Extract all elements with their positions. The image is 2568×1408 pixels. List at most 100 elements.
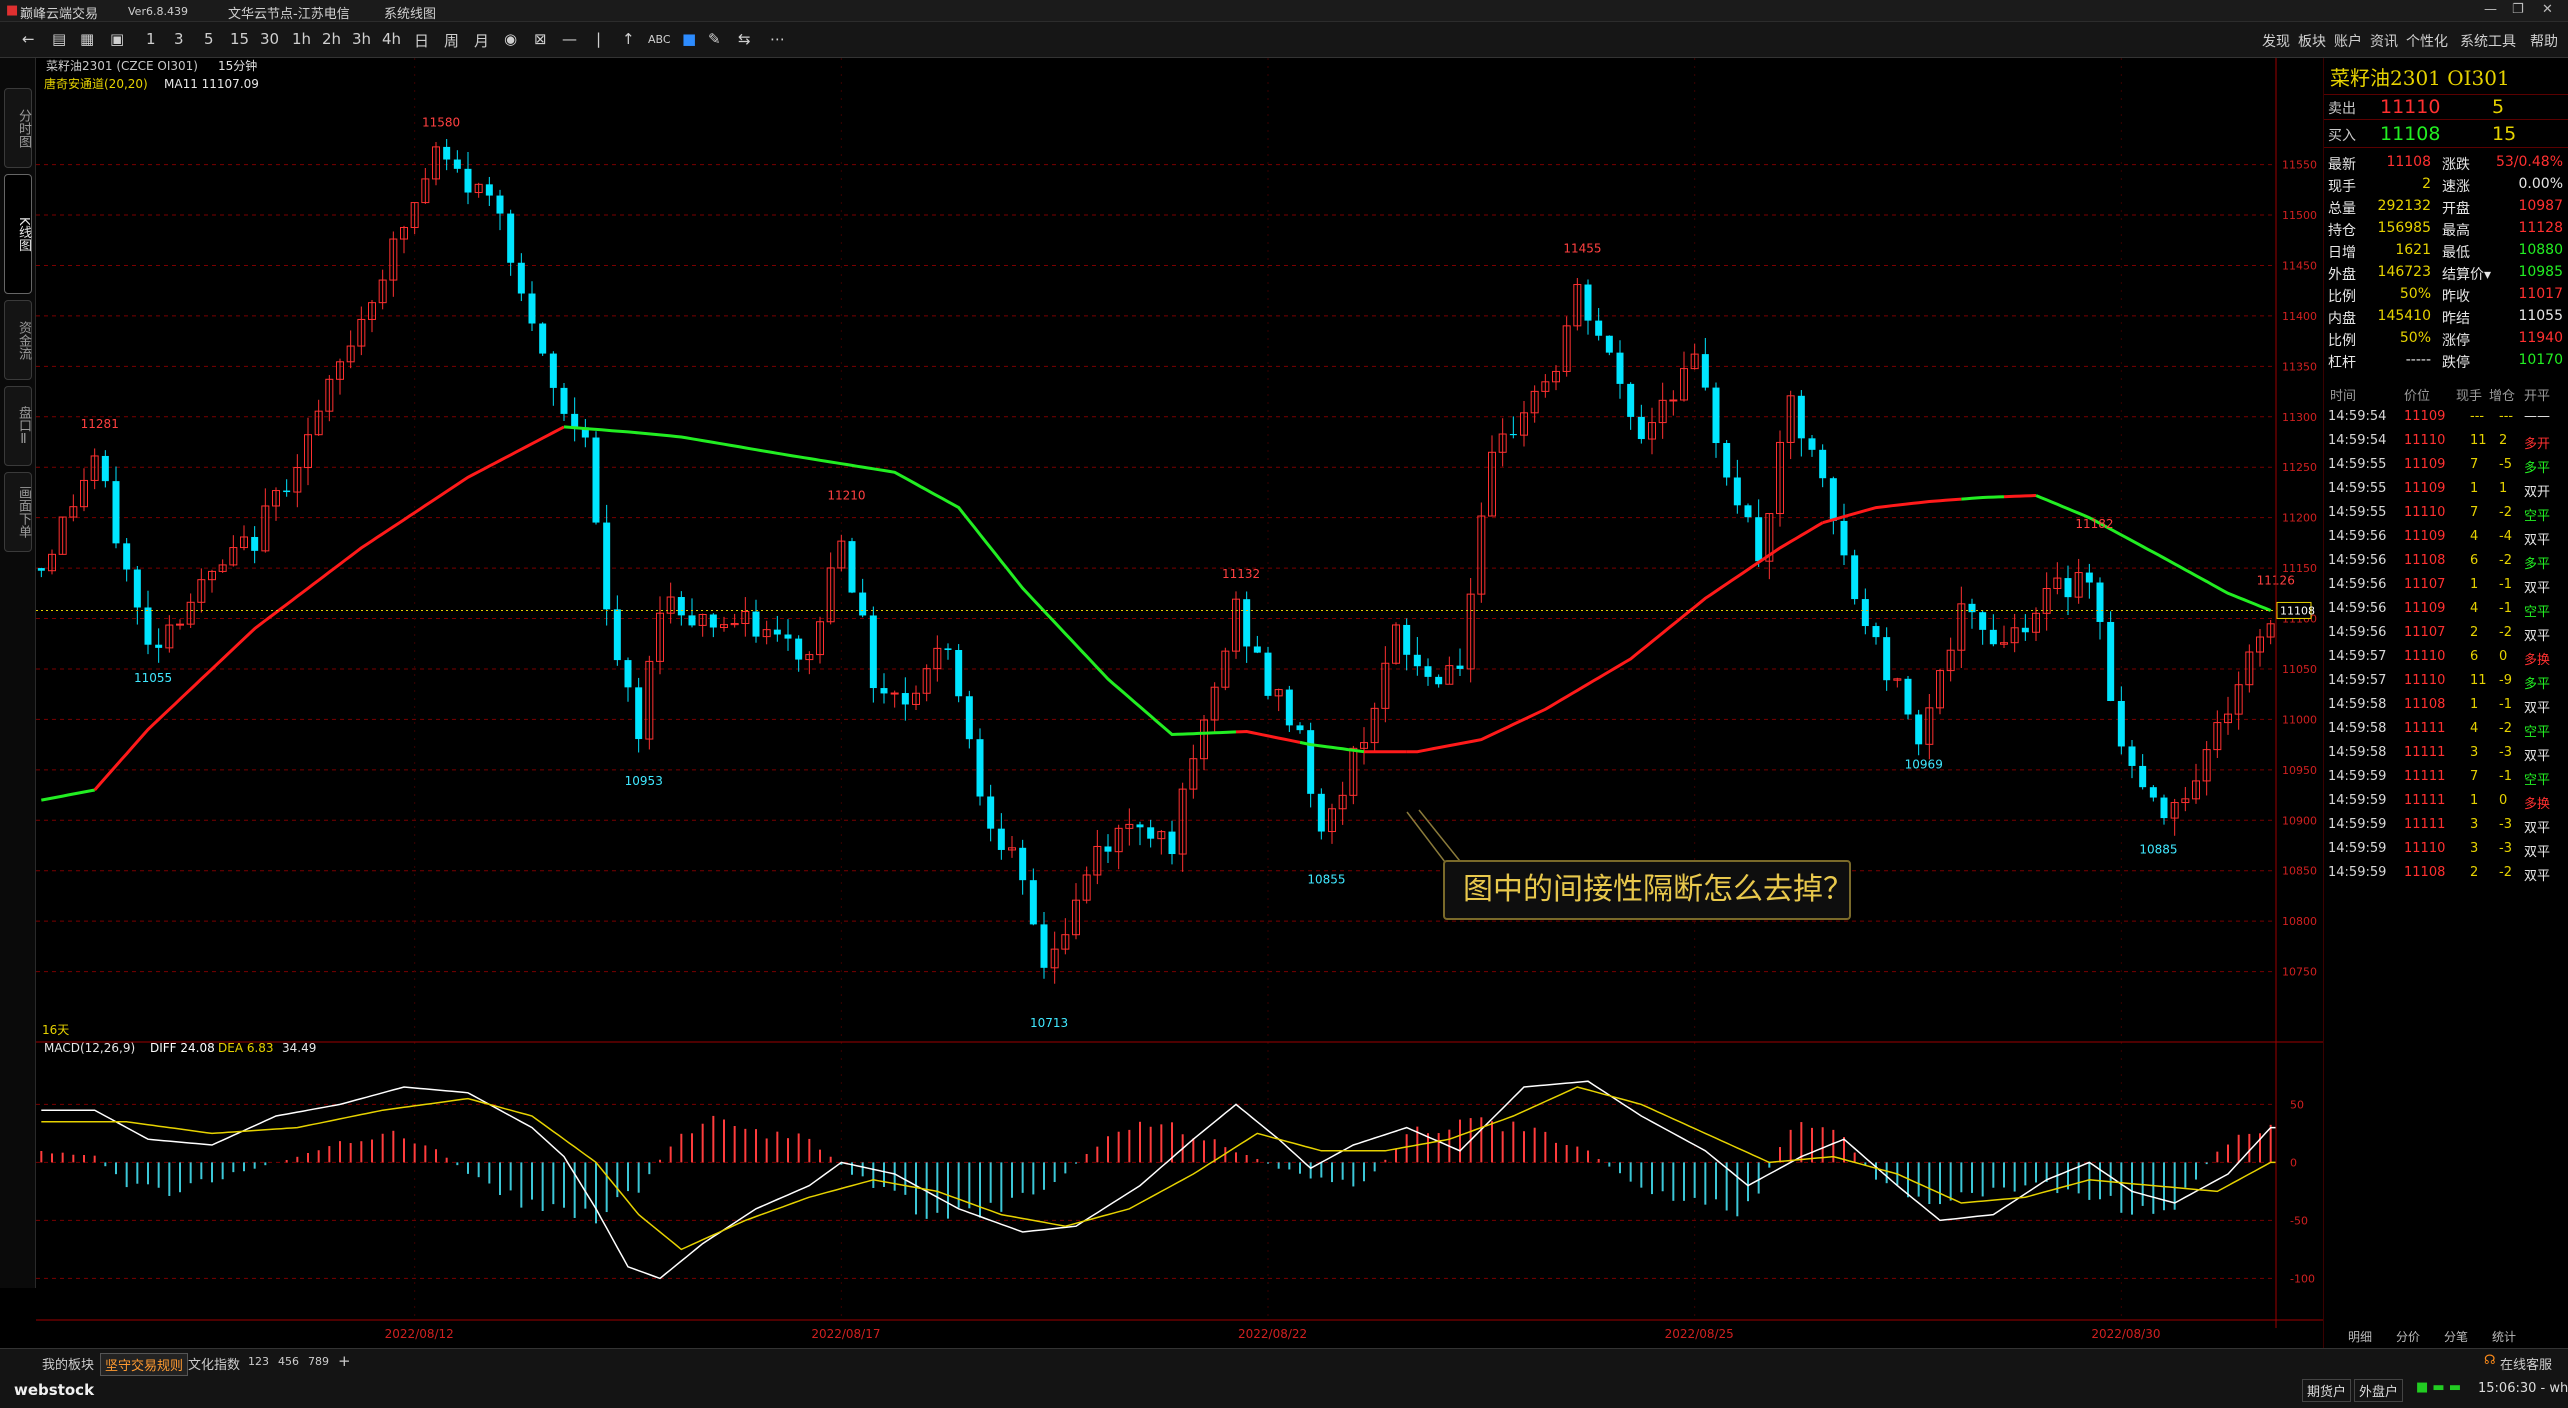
detail-row[interactable]: 14:59:55 11109 7 -5 多平 bbox=[2324, 454, 2568, 476]
detail-row[interactable]: 14:59:56 11108 6 -2 多平 bbox=[2324, 550, 2568, 572]
detail-row[interactable]: 14:59:55 11110 7 -2 空平 bbox=[2324, 502, 2568, 524]
menu-news[interactable]: 资讯 bbox=[2370, 31, 2398, 51]
swap-icon[interactable]: ⇆ bbox=[738, 30, 751, 48]
detail-row[interactable]: 14:59:59 11108 2 -2 双平 bbox=[2324, 862, 2568, 884]
period-30[interactable]: 30 bbox=[260, 30, 279, 48]
tab-my-sectors[interactable]: 我的板块 bbox=[42, 1354, 94, 1373]
detail-cell: 双平 bbox=[2524, 533, 2551, 548]
detail-row[interactable]: 14:59:58 11108 1 -1 双平 bbox=[2324, 694, 2568, 716]
tab-order-book[interactable]: 盘口Ⅱ bbox=[4, 386, 32, 466]
futures-account-button[interactable]: 期货户 bbox=[2302, 1379, 2352, 1402]
color-square-icon[interactable]: ■ bbox=[682, 30, 696, 48]
detail-row[interactable]: 14:59:57 11110 6 0 多换 bbox=[2324, 646, 2568, 668]
candle-body bbox=[1744, 505, 1752, 518]
period-4h[interactable]: 4h bbox=[382, 30, 401, 48]
up-arrow-icon[interactable]: ↑ bbox=[622, 30, 635, 48]
pen-icon[interactable]: ✎ bbox=[708, 30, 721, 48]
abc-tool[interactable]: ABC bbox=[648, 33, 671, 46]
detail-row[interactable]: 14:59:59 11111 7 -1 空平 bbox=[2324, 766, 2568, 788]
candle-body bbox=[176, 623, 184, 626]
period-5[interactable]: 5 bbox=[204, 30, 214, 48]
add-tab-button[interactable]: + bbox=[338, 1352, 351, 1370]
tab-123[interactable]: 123 bbox=[248, 1355, 269, 1368]
detail-cell: 14:59:56 bbox=[2328, 601, 2387, 616]
tab-chart-order[interactable]: 画面下单 bbox=[4, 472, 32, 552]
period-month[interactable]: 月 bbox=[474, 30, 489, 51]
foreign-account-button[interactable]: 外盘户 bbox=[2354, 1379, 2404, 1402]
detail-row[interactable]: 14:59:59 11110 3 -3 双平 bbox=[2324, 838, 2568, 860]
stat-label: 开盘 bbox=[2442, 201, 2470, 217]
detail-row[interactable]: 14:59:54 11109 --- --- —— bbox=[2324, 406, 2568, 428]
menu-system-tools[interactable]: 系统工具 bbox=[2460, 31, 2516, 51]
detail-row[interactable]: 14:59:56 11109 4 -1 空平 bbox=[2324, 598, 2568, 620]
kline-chart-svg[interactable]: 11281 11055 11580 10953 11210 10713 11132 10855… bbox=[36, 58, 2336, 1348]
vline-icon[interactable]: | bbox=[596, 30, 601, 48]
close-icon[interactable]: ✕ bbox=[2542, 2, 2553, 17]
tab-789[interactable]: 789 bbox=[308, 1355, 329, 1368]
detail-cell: 4 bbox=[2470, 601, 2479, 616]
tab-456[interactable]: 456 bbox=[278, 1355, 299, 1368]
detail-cell: 11109 bbox=[2404, 481, 2446, 496]
detail-row[interactable]: 14:59:54 11110 11 2 多开 bbox=[2324, 430, 2568, 452]
period-week[interactable]: 周 bbox=[444, 30, 459, 51]
headset-icon[interactable]: ☊ bbox=[2484, 1353, 2496, 1368]
detail-row[interactable]: 14:59:59 11111 3 -3 双平 bbox=[2324, 814, 2568, 836]
window-icon[interactable]: ▣ bbox=[110, 30, 124, 48]
more-icon[interactable]: ⋯ bbox=[770, 30, 785, 48]
system-menu[interactable]: 系统线图 bbox=[384, 3, 436, 22]
menu-sector[interactable]: 板块 bbox=[2298, 31, 2326, 51]
period-day[interactable]: 日 bbox=[414, 30, 429, 51]
table-icon[interactable]: ▤ bbox=[52, 30, 66, 48]
minimize-icon[interactable]: — bbox=[2484, 2, 2497, 17]
candle-body bbox=[1040, 924, 1048, 968]
tab-tick[interactable]: 分笔 bbox=[2444, 1328, 2468, 1345]
channel-indicator[interactable]: 唐奇安通道(20,20) bbox=[44, 76, 148, 91]
period-2h[interactable]: 2h bbox=[322, 30, 341, 48]
tab-capital-flow[interactable]: 资金流 bbox=[4, 300, 32, 380]
detail-row[interactable]: 14:59:58 11111 3 -3 双平 bbox=[2324, 742, 2568, 764]
eye-icon[interactable]: ◉ bbox=[504, 30, 517, 48]
tab-kline[interactable]: K线图 bbox=[4, 174, 32, 294]
detail-cell: 空平 bbox=[2524, 773, 2551, 788]
line-tool-icon[interactable]: — bbox=[562, 30, 577, 48]
tab-culture-index[interactable]: 文化指数 bbox=[188, 1354, 240, 1373]
tab-stats[interactable]: 统计 bbox=[2492, 1328, 2516, 1345]
menu-account[interactable]: 账户 bbox=[2334, 31, 2362, 51]
detail-row[interactable]: 14:59:56 11107 1 -1 双平 bbox=[2324, 574, 2568, 596]
menu-discover[interactable]: 发现 bbox=[2262, 31, 2290, 51]
detail-row[interactable]: 14:59:56 11109 4 -4 双平 bbox=[2324, 526, 2568, 548]
macd-name[interactable]: MACD(12,26,9) bbox=[44, 1041, 135, 1055]
back-icon[interactable]: ← bbox=[22, 30, 35, 48]
compare-icon[interactable]: ⊠ bbox=[534, 30, 547, 48]
period-1[interactable]: 1 bbox=[146, 30, 156, 48]
detail-row[interactable]: 14:59:59 11111 1 0 多换 bbox=[2324, 790, 2568, 812]
chart-icon[interactable]: ▦ bbox=[80, 30, 94, 48]
detail-header-cell: 时间 bbox=[2330, 389, 2357, 404]
period-1h[interactable]: 1h bbox=[292, 30, 311, 48]
candle-body bbox=[2085, 572, 2093, 583]
online-service-link[interactable]: 在线客服 bbox=[2500, 1354, 2552, 1373]
detail-row[interactable]: 14:59:55 11109 1 1 双开 bbox=[2324, 478, 2568, 500]
menu-help[interactable]: 帮助 bbox=[2530, 31, 2558, 51]
period-15[interactable]: 15 bbox=[230, 30, 249, 48]
tab-detail[interactable]: 明细 bbox=[2348, 1328, 2372, 1345]
tab-price-dist[interactable]: 分价 bbox=[2396, 1328, 2420, 1345]
detail-row[interactable]: 14:59:57 11110 11 -9 多平 bbox=[2324, 670, 2568, 692]
detail-row[interactable]: 14:59:58 11111 4 -2 空平 bbox=[2324, 718, 2568, 740]
annotation-bubble: 图中的间接性隔断怎么去掉？ bbox=[1443, 860, 1853, 920]
candle-body bbox=[528, 293, 536, 324]
tab-timeshare[interactable]: 分时图 bbox=[4, 88, 32, 168]
detail-row[interactable]: 14:59:56 11107 2 -2 双平 bbox=[2324, 622, 2568, 644]
candle-body bbox=[901, 693, 909, 705]
tab-rules[interactable]: 坚守交易规则 bbox=[100, 1353, 189, 1376]
restore-icon[interactable]: ❐ bbox=[2512, 2, 2524, 17]
node-label[interactable]: 文华云节点-江苏电信 bbox=[228, 3, 350, 22]
kline-chart-area[interactable]: 11281 11055 11580 10953 11210 10713 11132 10855… bbox=[36, 58, 2336, 1348]
detail-cell: 14:59:59 bbox=[2328, 769, 2387, 784]
detail-cell: 双平 bbox=[2524, 869, 2551, 884]
menu-personalize[interactable]: 个性化 bbox=[2406, 31, 2448, 51]
period-selector[interactable]: 15分钟 bbox=[218, 58, 257, 73]
period-3[interactable]: 3 bbox=[174, 30, 184, 48]
period-3h[interactable]: 3h bbox=[352, 30, 371, 48]
detail-cell: 7 bbox=[2470, 505, 2479, 520]
